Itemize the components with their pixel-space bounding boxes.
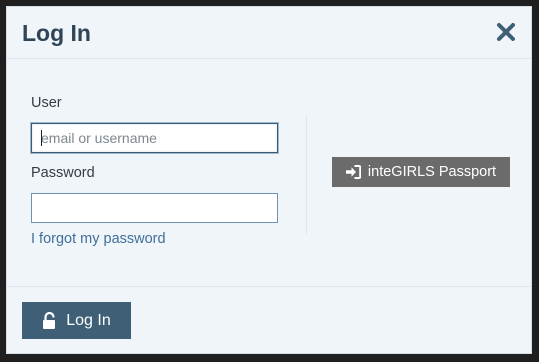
modal-footer: Log In: [7, 287, 531, 353]
vertical-divider: [306, 116, 307, 234]
passport-button-label: inteGIRLS Passport: [367, 164, 497, 180]
user-label: User: [31, 95, 62, 111]
modal-body: User Password I forgot my password inteG…: [7, 59, 531, 287]
close-icon: [497, 23, 515, 41]
login-button-label: Log In: [66, 311, 111, 329]
login-modal: Log In User Password I forgot my passwor…: [6, 6, 532, 354]
sign-in-icon: [345, 165, 361, 179]
modal-header: Log In: [7, 7, 531, 59]
modal-title: Log In: [22, 20, 91, 46]
login-button[interactable]: Log In: [22, 302, 131, 339]
unlock-icon: [43, 311, 56, 329]
user-input[interactable]: [31, 123, 278, 153]
forgot-password-link[interactable]: I forgot my password: [31, 231, 166, 247]
text-caret: [41, 130, 42, 146]
password-label: Password: [31, 165, 95, 181]
close-button[interactable]: [495, 21, 517, 43]
passport-login-button[interactable]: inteGIRLS Passport: [332, 157, 510, 187]
password-input[interactable]: [31, 193, 278, 223]
